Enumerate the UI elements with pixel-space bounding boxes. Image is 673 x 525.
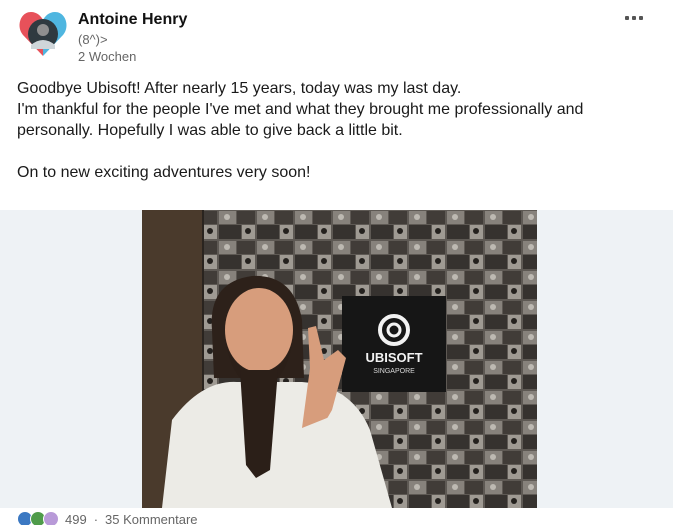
separator: · <box>93 511 99 525</box>
post-social-bar: 499 · 35 Kommentare <box>17 511 198 525</box>
author-meta: Antoine Henry (8^)> 2 Wochen <box>78 10 187 65</box>
author-avatar[interactable] <box>17 8 69 60</box>
love-icon <box>43 511 59 525</box>
sign-brand: UBISOFT <box>365 350 422 365</box>
photo-illustration: UBISOFT SINGAPORE <box>142 210 537 508</box>
author-headline: (8^)> <box>78 32 108 47</box>
post-header: Antoine Henry (8^)> 2 Wochen <box>17 8 657 64</box>
post-timestamp: 2 Wochen <box>78 49 137 64</box>
sign-location: SINGAPORE <box>373 368 415 375</box>
reaction-count[interactable]: 499 <box>65 512 87 525</box>
post-photo[interactable]: UBISOFT SINGAPORE <box>142 210 537 508</box>
more-options-icon[interactable] <box>621 12 647 24</box>
post-line: I'm thankful for the people I've met and… <box>17 101 584 118</box>
post-line: Goodbye Ubisoft! After nearly 15 years, … <box>17 80 462 97</box>
post-line: On to new exciting adventures very soon! <box>17 164 311 181</box>
comments-link[interactable]: 35 Kommentare <box>105 512 198 525</box>
post-body: Goodbye Ubisoft! After nearly 15 years, … <box>17 78 657 183</box>
post-line: personally. Hopefully I was able to give… <box>17 122 403 139</box>
reaction-icons[interactable] <box>17 511 59 525</box>
post-media: UBISOFT SINGAPORE <box>0 210 673 508</box>
author-name[interactable]: Antoine Henry <box>78 10 187 30</box>
